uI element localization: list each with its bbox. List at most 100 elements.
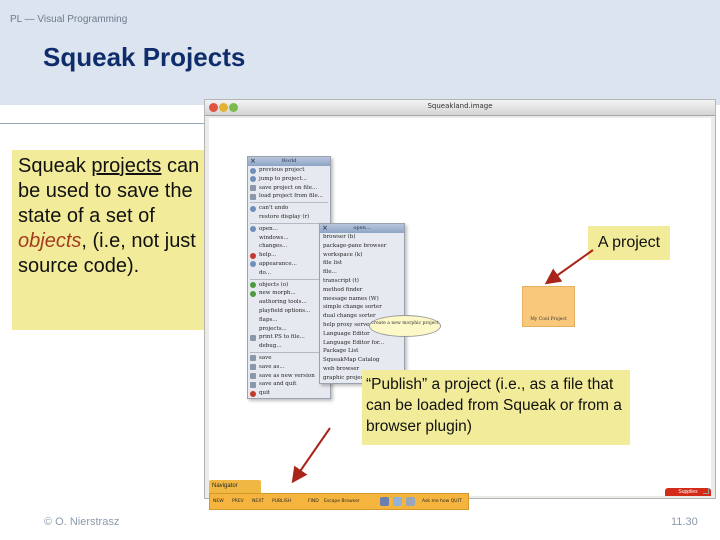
help-balloon: create a new morphic project [369,315,441,337]
load-icon [250,193,256,200]
world-menu-item[interactable]: windows... [248,234,330,243]
world-menu-title: World [248,157,330,166]
world-menu-item[interactable]: open... [248,225,330,234]
appearance-icon [250,261,256,268]
world-menu-item[interactable]: do... [248,269,330,278]
morph-icon [250,290,256,297]
world-menu-item-label: playfield options... [259,307,311,314]
open-menu-item[interactable]: message names (W) [320,295,404,304]
open-menu-item[interactable]: simple change sorter [320,303,404,312]
world-menu-item[interactable]: projects... [248,325,330,334]
world-menu-item[interactable]: can't undo [248,204,330,213]
world-menu-item[interactable]: jump to project... [248,175,330,184]
save-icon [250,355,256,362]
open-menu-item[interactable]: workspace (k) [320,251,404,260]
help-icon [250,252,256,259]
menu-separator [250,278,328,280]
world-menu-item-label: save as new version [259,372,315,379]
world-menu-items: previous project jump to project... save p… [248,166,330,398]
quit-icon [250,390,256,397]
nav-zoom-label[interactable]: Ask me how QUIT [422,499,462,504]
page-title: Squeak Projects [43,42,246,72]
menu-separator [250,351,328,353]
resize-grip-icon[interactable] [703,488,709,494]
nav-new-button[interactable]: NEW [213,499,224,504]
world-menu-item[interactable]: save as... [248,363,330,372]
project-thumbnail-label: My Cool Project [530,317,567,322]
world-menu-item[interactable]: objects (o) [248,281,330,290]
close-icon[interactable]: × [250,158,256,165]
world-menu-item[interactable]: save [248,354,330,363]
nav-escape-browser-button[interactable]: Escape Browser [324,499,360,504]
open-menu-item[interactable]: browser (b) [320,233,404,242]
world-menu-item[interactable]: save as new version [248,372,330,381]
nav-publish-button[interactable]: PUBLISH [272,499,291,504]
project-icon [250,176,256,183]
menu-separator [250,202,328,204]
world-menu-item[interactable]: playfield options... [248,307,330,316]
open-menu: × open... browser (b) package-pane browse… [319,223,405,384]
world-menu-item-label: save and quit [259,381,297,388]
save-icon [250,373,256,380]
world-menu-item-label: new morph... [259,290,296,297]
world-menu-item[interactable]: changes... [248,242,330,251]
world-menu-item-label: save as... [259,363,285,370]
world-menu-item-label: authoring tools... [259,299,307,306]
open-menu-item[interactable]: file list [320,259,404,268]
world-menu-item[interactable]: quit [248,389,330,398]
squeak-window-title: Squeakland.image [427,102,493,110]
world-menu-item-label: windows... [259,234,289,241]
divider [0,123,205,124]
close-icon[interactable]: × [322,225,328,232]
save-icon [250,381,256,388]
world-menu-item[interactable]: save project on file... [248,184,330,193]
world-menu-item-label: projects... [259,325,287,332]
world-menu-item[interactable]: flaps... [248,316,330,325]
world-menu-item[interactable]: save and quit [248,380,330,389]
course-label: PL — Visual Programming [10,14,128,25]
open-menu-item[interactable]: SqueakMap Catalog [320,356,404,365]
open-menu-title: open... [320,224,404,233]
nav-prev-button[interactable]: PREV [232,499,244,504]
objects-icon [250,282,256,289]
world-menu-item-label: debug... [259,343,282,350]
navigator-bar: NEW PREV NEXT PUBLISH FIND Escape Browse… [209,493,469,510]
world-menu-item[interactable]: new morph... [248,289,330,298]
world-menu-item-label: load project from file... [259,193,323,200]
world-menu-item-label: quit [259,390,271,397]
open-menu-item[interactable]: method finder [320,286,404,295]
world-menu-item[interactable]: debug... [248,342,330,351]
navigator-tab[interactable]: Navigator [209,480,261,493]
main-callout: Squeak projects can be used to save the … [12,150,215,330]
project-icon [250,167,256,174]
world-menu-item-label: help... [259,252,277,259]
world-menu-item-label: can't undo [259,205,289,212]
save-icon [250,185,256,192]
print-icon [250,334,256,341]
open-menu-item[interactable]: transcript (t) [320,277,404,286]
magnifier-icon[interactable] [406,497,415,506]
world-menu-item[interactable]: load project from file... [248,192,330,201]
callout-italic-word: objects [18,230,82,252]
world-menu-item[interactable]: help... [248,251,330,260]
undo-icon [250,205,256,212]
world-menu-item-label: restore display (r) [259,213,310,220]
world-menu-item-label: previous project [259,167,305,173]
open-menu-item[interactable]: file... [320,268,404,277]
callout-text-1: Squeak [18,155,92,177]
open-menu-item[interactable]: Language Editor for... [320,339,404,348]
nav-next-button[interactable]: NEXT [252,499,264,504]
paint-icon[interactable] [380,497,389,506]
open-menu-item[interactable]: Package List [320,347,404,356]
world-menu-item[interactable]: restore display (r) [248,213,330,222]
world-menu-item[interactable]: authoring tools... [248,298,330,307]
open-menu-item[interactable]: package-pane browser [320,242,404,251]
world-menu-item-label: flaps... [259,316,278,323]
world-menu-item[interactable]: previous project [248,166,330,175]
nav-find-button[interactable]: FIND [308,499,319,504]
navigator-flap: Navigator NEW PREV NEXT PUBLISH FIND Esc… [209,480,469,514]
world-menu-item[interactable]: print PS to file... [248,333,330,342]
open-menu-items: browser (b) package-pane browser workspace… [320,233,404,383]
world-menu-item[interactable]: appearance... [248,260,330,269]
sound-icon[interactable] [393,497,402,506]
